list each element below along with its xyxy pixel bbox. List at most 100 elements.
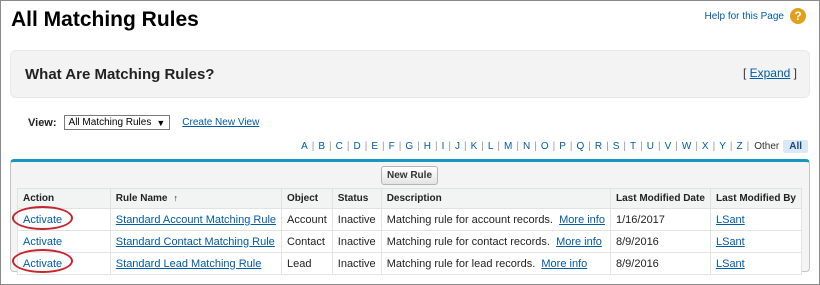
expand-link[interactable]: Expand (750, 66, 791, 80)
alpha-separator: | (552, 141, 556, 152)
alpha-filter-m[interactable]: M (503, 141, 513, 152)
view-select-value: All Matching Rules (68, 117, 152, 128)
description-text: Matching rule for lead records. (386, 257, 536, 270)
modified-by-user-link[interactable]: LSant (716, 258, 745, 270)
alpha-filter-y[interactable]: Y (718, 141, 727, 152)
alpha-separator: | (448, 141, 451, 152)
alpha-filter-g[interactable]: G (404, 141, 414, 152)
column-header-description[interactable]: Description (380, 188, 611, 209)
object-cell: Lead (281, 252, 333, 275)
alpha-separator: | (463, 141, 467, 152)
view-select[interactable]: All Matching Rules ▼ (63, 115, 171, 130)
column-header-object[interactable]: Object (281, 188, 333, 209)
object-cell: Account (281, 208, 333, 231)
last-modified-by-cell: LSant (709, 208, 803, 231)
alpha-separator: | (623, 141, 627, 152)
alpha-filter-l[interactable]: L (487, 141, 495, 152)
alpha-separator: | (497, 141, 501, 152)
alpha-filter-c[interactable]: C (335, 141, 344, 152)
rule-name-link[interactable]: Standard Contact Matching Rule (116, 236, 275, 248)
action-cell: Activate (17, 230, 111, 253)
alpha-separator: | (569, 141, 573, 152)
alpha-filter-r[interactable]: R (594, 141, 603, 152)
table-header-row: Action Rule Name ↑ Object Status Descript… (17, 188, 803, 209)
page-title: All Matching Rules (11, 8, 199, 31)
object-cell: Contact (281, 230, 333, 253)
alpha-filter-x[interactable]: X (701, 141, 710, 152)
alpha-filter-d[interactable]: D (353, 141, 362, 152)
activate-link[interactable]: Activate (23, 214, 62, 226)
modified-by-user-link[interactable]: LSant (716, 214, 745, 226)
alpha-filter-j[interactable]: J (454, 141, 461, 152)
description-cell: Matching rule for account records. More … (380, 208, 611, 231)
alpha-separator: | (434, 141, 438, 152)
alpha-separator: | (481, 141, 484, 152)
alpha-separator: | (746, 141, 750, 152)
action-cell: Activate (17, 208, 111, 231)
help-link[interactable]: Help for this Page (705, 11, 785, 22)
alpha-separator: | (729, 141, 733, 152)
column-header-last-modified-date[interactable]: Last Modified Date (609, 188, 711, 209)
alpha-separator: | (417, 141, 420, 152)
alpha-separator: | (640, 141, 643, 152)
alpha-separator: | (364, 141, 368, 152)
last-modified-date-cell: 8/9/2016 (609, 230, 711, 253)
description-cell: Matching rule for lead records. More inf… (380, 252, 611, 275)
alpha-filter-other[interactable]: Other (752, 141, 781, 152)
question-icon[interactable]: ? (790, 8, 806, 24)
column-header-action[interactable]: Action (17, 188, 111, 209)
rule-name-cell: Standard Contact Matching Rule (109, 230, 283, 253)
alpha-separator: | (398, 141, 402, 152)
alpha-separator: | (588, 141, 591, 152)
alpha-filter-q[interactable]: Q (576, 141, 586, 152)
rule-name-cell: Standard Account Matching Rule (109, 208, 283, 231)
alpha-filter-v[interactable]: V (664, 141, 673, 152)
alpha-separator: | (695, 141, 698, 152)
rules-table: Action Rule Name ↑ Object Status Descript… (17, 188, 803, 275)
alpha-filter-e[interactable]: E (370, 141, 379, 152)
create-new-view-link[interactable]: Create New View (182, 117, 259, 128)
info-title: What Are Matching Rules? (25, 66, 215, 83)
column-header-rule-name[interactable]: Rule Name ↑ (109, 188, 283, 209)
rule-name-link[interactable]: Standard Lead Matching Rule (116, 258, 262, 270)
alpha-filter-k[interactable]: K (470, 141, 479, 152)
column-header-status[interactable]: Status (331, 188, 382, 209)
alpha-filter-n[interactable]: N (522, 141, 531, 152)
alpha-filter-p[interactable]: P (558, 141, 567, 152)
alphabet-filter: A | B | C | D | E | F | G | H | I | J | K | L | M | N | O | P | Q | R | S | T |… (300, 140, 808, 153)
view-row: View: All Matching Rules ▼ Create New Vi… (28, 115, 259, 130)
alpha-filter-a[interactable]: A (300, 141, 309, 152)
alpha-filter-o[interactable]: O (540, 141, 550, 152)
alpha-separator: | (329, 141, 332, 152)
rule-name-link[interactable]: Standard Account Matching Rule (116, 214, 276, 226)
rule-name-cell: Standard Lead Matching Rule (109, 252, 283, 275)
activate-link[interactable]: Activate (23, 258, 62, 270)
modified-by-user-link[interactable]: LSant (716, 236, 745, 248)
more-info-link[interactable]: More info (556, 236, 602, 248)
new-rule-button[interactable]: New Rule (381, 166, 439, 185)
alpha-filter-s[interactable]: S (612, 141, 621, 152)
alpha-filter-f[interactable]: F (388, 141, 396, 152)
status-cell: Inactive (331, 208, 382, 231)
view-label: View: (28, 116, 57, 129)
alpha-separator: | (311, 141, 315, 152)
alpha-filter-all[interactable]: All (783, 140, 808, 153)
alpha-filter-w[interactable]: W (681, 141, 692, 152)
description-cell: Matching rule for contact records. More … (380, 230, 611, 253)
alpha-filter-u[interactable]: U (646, 141, 655, 152)
more-info-link[interactable]: More info (541, 258, 587, 270)
alpha-filter-h[interactable]: H (423, 141, 432, 152)
alpha-filter-t[interactable]: T (629, 141, 637, 152)
activate-link[interactable]: Activate (23, 236, 62, 248)
dropdown-arrow-icon: ▼ (156, 117, 166, 128)
more-info-link[interactable]: More info (559, 214, 605, 226)
alpha-filter-z[interactable]: Z (735, 141, 743, 152)
status-cell: Inactive (331, 230, 382, 253)
alpha-filter-b[interactable]: B (317, 141, 326, 152)
table-row: Activate Standard Lead Matching Rule Lead I… (17, 252, 803, 275)
help-area: Help for this Page ? (705, 8, 806, 24)
alpha-separator: | (346, 141, 350, 152)
last-modified-date-cell: 8/9/2016 (609, 252, 711, 275)
column-header-last-modified-by[interactable]: Last Modified By (709, 188, 803, 209)
alpha-separator: | (657, 141, 661, 152)
